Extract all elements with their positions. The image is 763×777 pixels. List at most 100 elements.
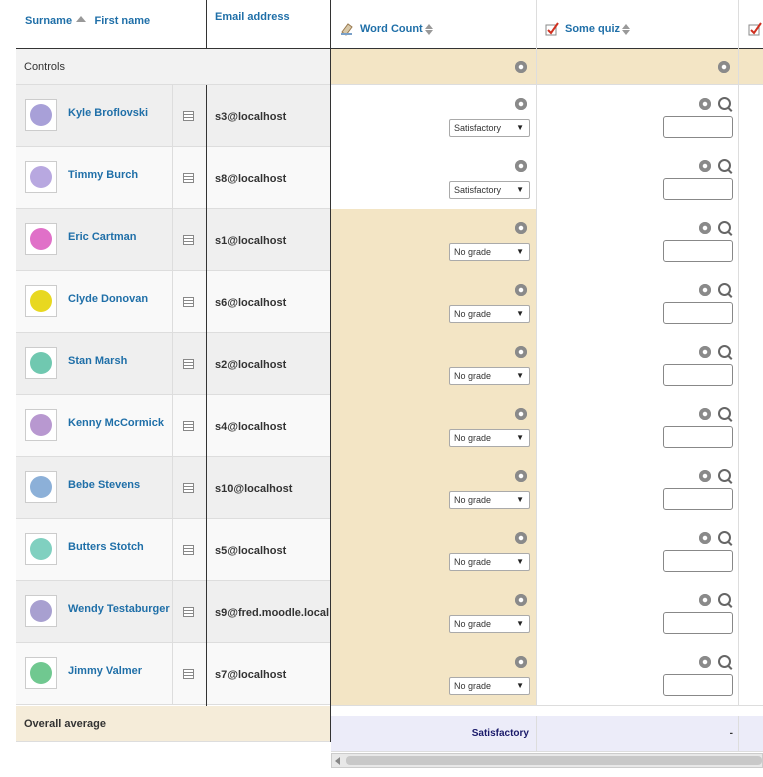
grade-select[interactable]: No grade (449, 677, 530, 695)
grade-analysis-magnifier-icon[interactable] (718, 221, 731, 234)
grade-text-input[interactable] (663, 674, 733, 696)
student-name-link[interactable]: Kenny McCormick (68, 417, 164, 429)
grade-text-input[interactable] (663, 426, 733, 448)
grade-text-input[interactable] (663, 240, 733, 262)
grade-select[interactable]: Satisfactory (449, 181, 530, 199)
surname-sort-link[interactable]: Surname (25, 15, 72, 27)
student-name-link[interactable]: Wendy Testaburger (68, 603, 170, 615)
grade-settings-gear-icon[interactable] (515, 346, 527, 358)
user-report-icon[interactable] (183, 669, 194, 679)
student-name-link[interactable]: Timmy Burch (68, 169, 138, 181)
grade-settings-gear-icon[interactable] (699, 408, 711, 420)
grade-select[interactable]: No grade (449, 367, 530, 385)
student-name-link[interactable]: Stan Marsh (68, 355, 127, 367)
sort-toggle-icon[interactable] (622, 23, 631, 35)
user-avatar[interactable] (25, 409, 57, 441)
grade-text-input[interactable] (663, 488, 733, 510)
grade-settings-gear-icon[interactable] (699, 284, 711, 296)
grade-settings-gear-icon[interactable] (699, 470, 711, 482)
grade-select[interactable]: No grade (449, 553, 530, 571)
grade-settings-gear-icon[interactable] (515, 532, 527, 544)
grade-settings-gear-icon[interactable] (699, 656, 711, 668)
grade-analysis-magnifier-icon[interactable] (718, 97, 731, 110)
user-avatar[interactable] (25, 471, 57, 503)
next-column-cell (739, 147, 763, 210)
grade-settings-gear-icon[interactable] (515, 656, 527, 668)
grade-settings-gear-icon[interactable] (515, 594, 527, 606)
user-avatar[interactable] (25, 595, 57, 627)
grade-settings-gear-icon[interactable] (699, 532, 711, 544)
grade-text-input[interactable] (663, 612, 733, 634)
grade-settings-gear-icon[interactable] (515, 470, 527, 482)
user-report-icon[interactable] (183, 421, 194, 431)
email-sort-link[interactable]: Email address (215, 11, 290, 23)
avatar-face-icon (30, 414, 52, 436)
user-avatar[interactable] (25, 223, 57, 255)
word-count-link[interactable]: Word Count (360, 23, 423, 35)
user-avatar[interactable] (25, 285, 57, 317)
grade-settings-gear-icon[interactable] (699, 160, 711, 172)
user-avatar[interactable] (25, 347, 57, 379)
grade-analysis-magnifier-icon[interactable] (718, 407, 731, 420)
scroll-left-arrow-icon[interactable] (335, 757, 340, 765)
grade-analysis-magnifier-icon[interactable] (718, 283, 731, 296)
grade-settings-gear-icon[interactable] (515, 284, 527, 296)
grade-settings-gear-icon[interactable] (515, 98, 527, 110)
some-quiz-link[interactable]: Some quiz (565, 23, 620, 35)
grade-analysis-magnifier-icon[interactable] (718, 159, 731, 172)
grade-select[interactable]: Satisfactory (449, 119, 530, 137)
grade-text-input[interactable] (663, 302, 733, 324)
user-report-icon[interactable] (183, 359, 194, 369)
grade-analysis-magnifier-icon[interactable] (718, 593, 731, 606)
avatar-face-icon (30, 476, 52, 498)
user-avatar[interactable] (25, 533, 57, 565)
sort-toggle-icon[interactable] (424, 23, 433, 35)
user-report-icon[interactable] (183, 545, 194, 555)
grade-text-input[interactable] (663, 364, 733, 386)
assignment-icon (340, 22, 354, 36)
horizontal-scrollbar[interactable] (331, 753, 763, 768)
word-count-grade-cell: No grade (331, 209, 537, 272)
some-quiz-settings-gear-icon[interactable] (718, 61, 730, 73)
user-avatar[interactable] (25, 657, 57, 689)
user-avatar[interactable] (25, 161, 57, 193)
grade-settings-gear-icon[interactable] (515, 408, 527, 420)
grade-settings-gear-icon[interactable] (699, 346, 711, 358)
student-name-link[interactable]: Jimmy Valmer (68, 665, 142, 677)
next-column-cell (739, 209, 763, 272)
grade-settings-gear-icon[interactable] (515, 222, 527, 234)
student-name-link[interactable]: Bebe Stevens (68, 479, 140, 491)
grade-analysis-magnifier-icon[interactable] (718, 655, 731, 668)
grade-settings-gear-icon[interactable] (699, 594, 711, 606)
student-name-link[interactable]: Clyde Donovan (68, 293, 148, 305)
student-name-link[interactable]: Butters Stotch (68, 541, 144, 553)
student-name-link[interactable]: Eric Cartman (68, 231, 136, 243)
grade-select[interactable]: No grade (449, 305, 530, 323)
grade-analysis-magnifier-icon[interactable] (718, 531, 731, 544)
grade-select[interactable]: No grade (449, 615, 530, 633)
word-count-column-header[interactable]: Word Count (340, 22, 433, 36)
student-name-link[interactable]: Kyle Broflovski (68, 107, 148, 119)
user-report-icon[interactable] (183, 235, 194, 245)
grade-analysis-magnifier-icon[interactable] (718, 469, 731, 482)
grade-select[interactable]: No grade (449, 243, 530, 261)
grade-settings-gear-icon[interactable] (515, 160, 527, 172)
word-count-settings-gear-icon[interactable] (515, 61, 527, 73)
grade-select[interactable]: No grade (449, 491, 530, 509)
grade-select[interactable]: No grade (449, 429, 530, 447)
user-report-icon[interactable] (183, 483, 194, 493)
user-report-icon[interactable] (183, 173, 194, 183)
user-avatar[interactable] (25, 99, 57, 131)
grade-text-input[interactable] (663, 550, 733, 572)
user-report-icon[interactable] (183, 607, 194, 617)
scrollbar-thumb[interactable] (346, 756, 762, 765)
grade-text-input[interactable] (663, 178, 733, 200)
user-report-icon[interactable] (183, 297, 194, 307)
firstname-sort-link[interactable]: First name (95, 15, 151, 27)
grade-analysis-magnifier-icon[interactable] (718, 345, 731, 358)
user-report-icon[interactable] (183, 111, 194, 121)
some-quiz-column-header[interactable]: Some quiz (545, 22, 631, 36)
grade-text-input[interactable] (663, 116, 733, 138)
grade-settings-gear-icon[interactable] (699, 98, 711, 110)
grade-settings-gear-icon[interactable] (699, 222, 711, 234)
